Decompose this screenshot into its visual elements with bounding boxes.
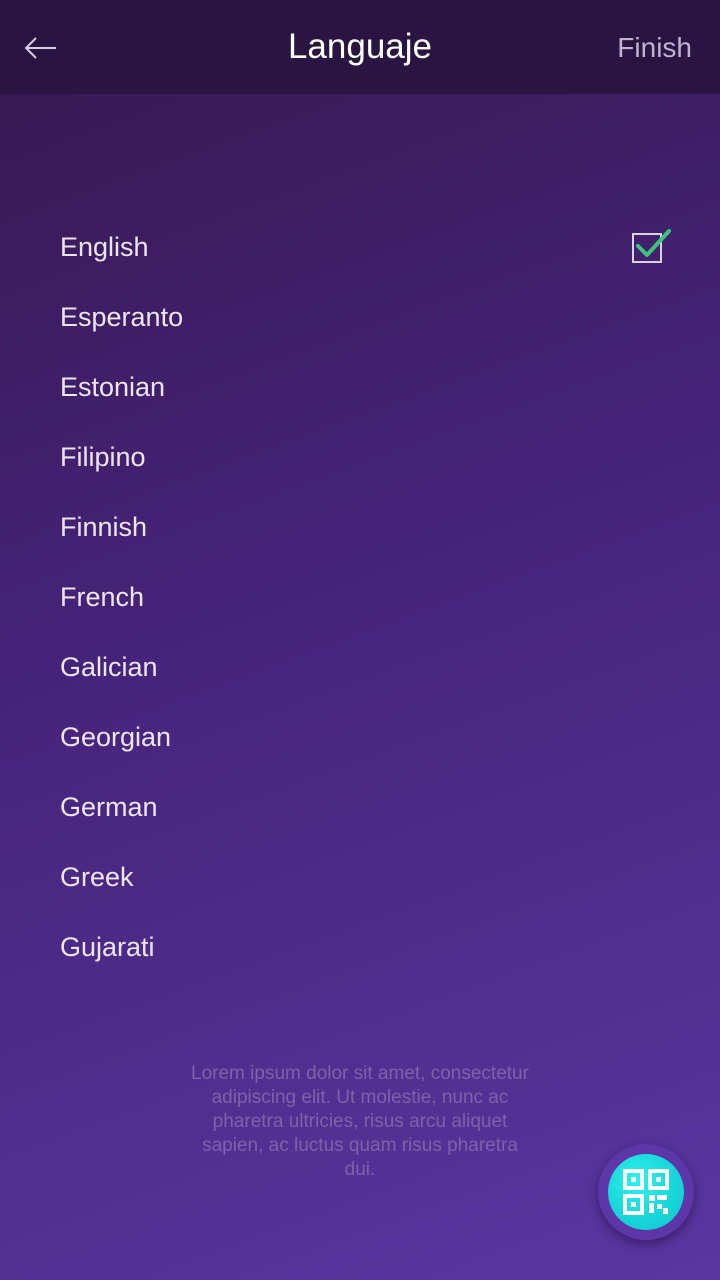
language-item-filipino[interactable]: Filipino — [0, 422, 720, 492]
language-item-estonian[interactable]: Estonian — [0, 352, 720, 422]
language-label: Estonian — [60, 372, 166, 402]
arrow-left-icon — [18, 26, 62, 70]
language-label: English — [60, 232, 149, 262]
finish-button[interactable]: Finish — [617, 0, 692, 94]
language-list: English Esperanto Estonian Filipino Finn… — [0, 212, 720, 982]
language-label: Gujarati — [60, 932, 155, 962]
language-item-galician[interactable]: Galician — [0, 632, 720, 702]
qr-button-face — [608, 1154, 684, 1230]
language-item-english[interactable]: English — [0, 212, 720, 282]
back-button[interactable] — [18, 26, 62, 70]
language-item-georgian[interactable]: Georgian — [0, 702, 720, 772]
language-item-esperanto[interactable]: Esperanto — [0, 282, 720, 352]
language-item-german[interactable]: German — [0, 772, 720, 842]
language-label: Galician — [60, 652, 158, 682]
page-title: Languaje — [287, 27, 433, 66]
language-label: Filipino — [60, 442, 146, 472]
qr-scan-button[interactable] — [598, 1144, 694, 1240]
language-item-greek[interactable]: Greek — [0, 842, 720, 912]
language-label: Greek — [60, 862, 134, 892]
footer-description: Lorem ipsum dolor sit amet, consectetur … — [191, 1063, 529, 1180]
language-label: Esperanto — [60, 302, 184, 332]
language-label: Finnish — [60, 512, 148, 542]
language-label: Georgian — [60, 722, 172, 752]
checkbox-checked-icon[interactable] — [631, 228, 675, 268]
language-item-finnish[interactable]: Finnish — [0, 492, 720, 562]
language-item-french[interactable]: French — [0, 562, 720, 632]
language-label: French — [60, 582, 145, 612]
language-item-gujarati[interactable]: Gujarati — [0, 912, 720, 982]
language-label: German — [60, 792, 158, 822]
app-bar: Languaje Finish — [0, 0, 720, 94]
